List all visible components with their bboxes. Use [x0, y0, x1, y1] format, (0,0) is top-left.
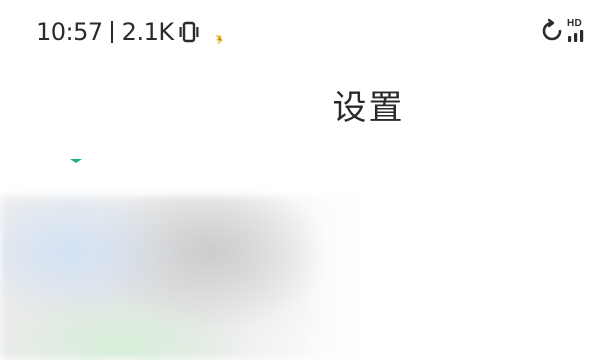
- network-label: HD: [567, 18, 583, 29]
- vibrate-icon: [179, 21, 199, 43]
- loading-indicator-icon: [70, 159, 82, 163]
- status-net-speed: 2.1K: [121, 18, 174, 46]
- signal-icon: [568, 30, 584, 42]
- page-title: 设置: [332, 88, 405, 128]
- status-bar: 10:57 2.1K HD: [0, 0, 597, 62]
- status-time: 10:57: [36, 18, 103, 46]
- blurred-content-fade: [300, 196, 420, 360]
- sync-icon: [542, 18, 562, 41]
- status-left-group: 10:57 2.1K: [36, 18, 225, 46]
- status-separator: [110, 21, 113, 43]
- status-right-group: HD: [541, 18, 591, 44]
- signal-indicator: HD: [567, 18, 591, 44]
- notification-icon: [213, 25, 225, 45]
